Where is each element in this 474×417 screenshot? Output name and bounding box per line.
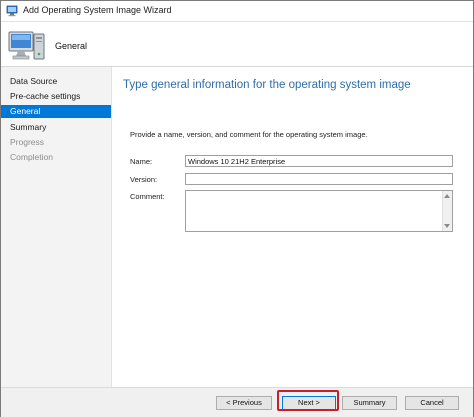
sidebar-item-completion: Completion xyxy=(10,152,53,162)
wizard-footer: < Previous Next > Summary Cancel xyxy=(1,387,473,417)
name-label: Name: xyxy=(130,157,153,166)
window-title: Add Operating System Image Wizard xyxy=(23,5,172,15)
comment-box xyxy=(185,190,453,232)
sidebar-item-summary[interactable]: Summary xyxy=(1,121,111,134)
scroll-up-arrow-icon[interactable] xyxy=(444,194,450,198)
wizard-header: General xyxy=(1,22,473,67)
summary-button[interactable]: Summary xyxy=(342,396,397,410)
previous-button[interactable]: < Previous xyxy=(216,396,272,410)
version-label: Version: xyxy=(130,175,158,184)
next-button[interactable]: Next > xyxy=(282,396,336,410)
wizard-steps-sidebar: Data Source Pre-cache settings General S… xyxy=(1,67,112,387)
comment-scrollbar[interactable] xyxy=(442,191,452,231)
sidebar-item-progress: Progress xyxy=(10,137,45,147)
sidebar-item-general[interactable]: General xyxy=(1,105,111,118)
page-title: Type general information for the operati… xyxy=(123,79,411,91)
wizard-content: Type general information for the operati… xyxy=(112,67,473,387)
title-bar[interactable]: Add Operating System Image Wizard xyxy=(1,1,473,22)
version-field[interactable] xyxy=(185,173,453,185)
comment-field[interactable] xyxy=(186,191,443,231)
sidebar-item-pre-cache-settings[interactable]: Pre-cache settings xyxy=(1,90,111,103)
computer-monitor-icon xyxy=(8,31,45,60)
comment-label: Comment: xyxy=(130,192,165,201)
instructions-text: Provide a name, version, and comment for… xyxy=(130,130,368,139)
wizard-computer-icon xyxy=(6,5,18,17)
header-page-name: General xyxy=(55,41,88,51)
name-field[interactable] xyxy=(185,155,453,167)
scroll-down-arrow-icon[interactable] xyxy=(444,224,450,228)
cancel-button[interactable]: Cancel xyxy=(405,396,459,410)
sidebar-item-data-source[interactable]: Data Source xyxy=(1,75,111,88)
wizard-window: Add Operating System Image Wizard Genera… xyxy=(0,0,474,417)
